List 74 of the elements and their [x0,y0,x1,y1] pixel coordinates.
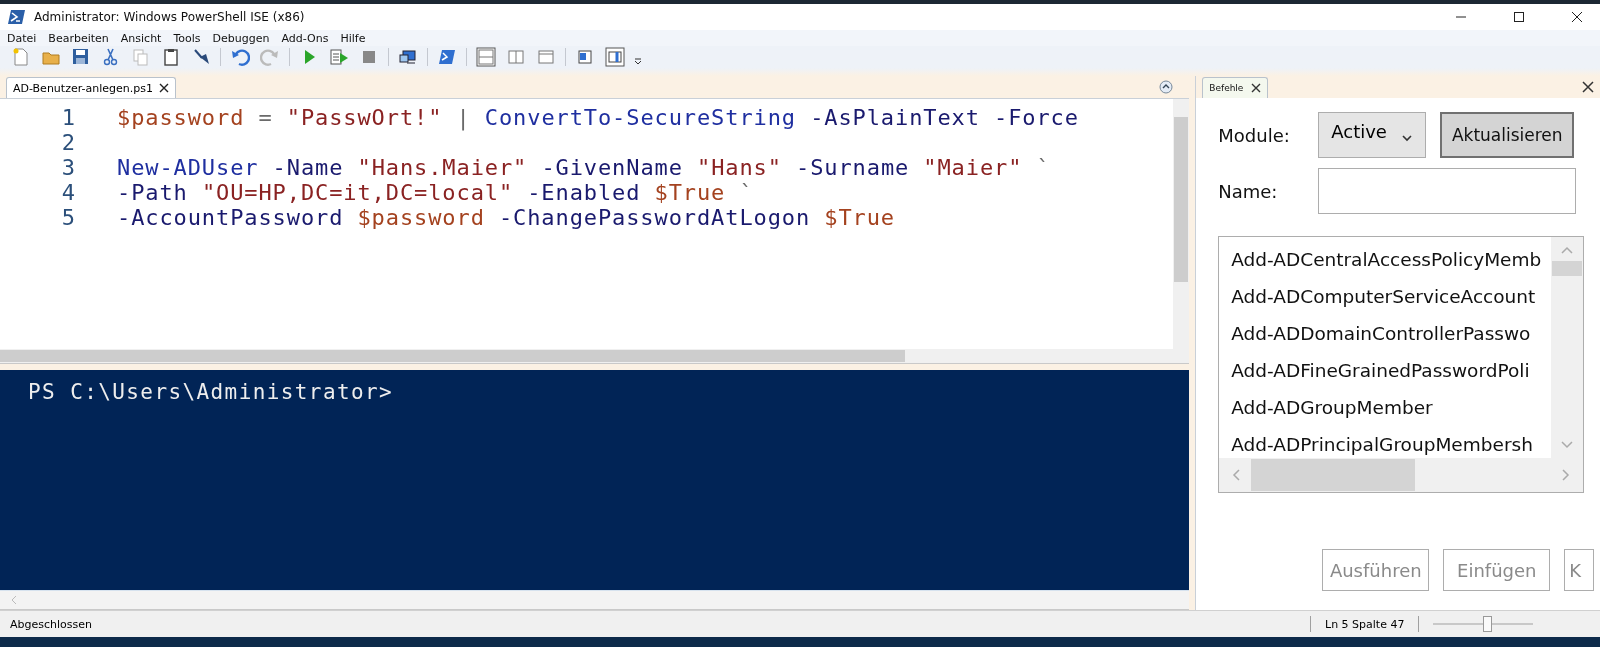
menu-item[interactable]: Bearbeiten [48,31,109,45]
line-number: 2 [60,130,75,155]
clipboard-icon[interactable] [161,47,181,67]
menu-item[interactable]: Ansicht [120,31,162,45]
horizontal-scrollbar[interactable] [0,590,1190,610]
close-icon[interactable] [158,83,169,93]
menu-item[interactable]: Tools [173,31,201,45]
menu-item[interactable]: Hilfe [340,31,366,45]
scroll-thumb[interactable] [1552,261,1583,276]
horizontal-scrollbar[interactable] [1219,458,1584,492]
field-label: Name: [1218,180,1279,202]
script-editor[interactable] [0,98,1190,349]
save-icon[interactable] [71,47,91,67]
code-line: -AccountPassword $password -ChangePasswordAtLogon $True [117,205,895,230]
field-label: Module: [1218,124,1291,146]
list-item[interactable]: Add-ADComputerServiceAccount [1231,278,1552,315]
close-icon[interactable] [1251,83,1262,93]
panel-icon[interactable] [575,47,595,67]
module-dropdown[interactable]: Active [1318,112,1427,158]
scroll-down-icon[interactable] [1560,440,1575,450]
new-file-icon[interactable] [11,47,31,67]
slider-thumb[interactable] [1483,616,1493,632]
cursor-position: Ln 5 Spalte 47 [1325,617,1405,631]
code-line: New-ADUser -Name "Hans.Maier" -GivenName "Hans" -Surname "Maier" ` [117,155,1051,180]
chevron-down-icon[interactable] [1401,133,1414,142]
horizontal-scrollbar[interactable] [0,349,1190,364]
scroll-thumb[interactable] [1251,459,1416,491]
window-title: Administrator: Windows PowerShell ISE (x86) [34,10,306,24]
close-icon[interactable] [1582,81,1594,93]
scroll-up-icon[interactable] [1560,245,1575,255]
list-item[interactable]: Add-ADPrincipalGroupMembersh [1231,426,1552,458]
console-prompt: PS C:\Users\Administrator> [28,380,395,404]
list-item[interactable]: Add-ADDomainControllerPasswo [1231,315,1552,352]
scroll-right-icon[interactable] [1561,468,1572,482]
scroll-left-icon[interactable] [1231,468,1242,482]
pane-tab[interactable]: Befehle [1202,77,1269,98]
terminal-icon[interactable] [437,47,457,67]
command-list[interactable]: Add-ADCentralAccessPolicyMemb Add-ADComputerServiceAccount Add-ADDomainControllerPasswo Add-ADFineGrainedPasswordPoli Add-ADGroupMember Add-ADPrincipalGroupMembersh [1218,236,1585,493]
close-icon[interactable] [1571,11,1583,23]
scroll-thumb[interactable] [1174,117,1189,282]
vertical-scrollbar[interactable] [1173,99,1190,349]
code-line: -Path "OU=HP,DC=it,DC=local" -Enabled $True ` [117,180,754,205]
copy-icon[interactable] [131,47,151,67]
scroll-thumb[interactable] [0,350,905,362]
layout-icon[interactable] [506,47,526,67]
panel-icon[interactable] [605,47,625,67]
list-item[interactable]: Add-ADGroupMember [1231,389,1552,426]
line-number: 5 [60,205,75,230]
menu-item[interactable]: Datei [7,31,37,45]
refresh-button[interactable]: Aktualisieren [1440,112,1575,158]
line-number: 1 [60,105,75,130]
menu-item[interactable]: Debuggen [212,31,270,45]
window-icon[interactable] [536,47,556,67]
run-selection-icon[interactable] [329,47,349,67]
line-number: 4 [60,180,75,205]
line-number: 3 [60,155,75,180]
status-text: Abgeschlossen [10,617,93,631]
vertical-scrollbar[interactable] [1551,237,1584,458]
name-field[interactable] [1318,168,1577,214]
undo-icon[interactable] [230,47,250,67]
list-item[interactable]: Add-ADFineGrainedPasswordPoli [1231,352,1552,389]
editor-tab[interactable]: AD-Benutzer-anlegen.ps1 [6,77,176,98]
terminal-icon[interactable] [8,8,26,26]
menu-item[interactable]: Add-Ons [281,31,329,45]
collapse-icon[interactable] [1159,80,1174,94]
code-line: $password = "PasswOrt!" | ConvertTo-SecureString -AsPlainText -Force [117,105,1079,130]
monitor-icon[interactable] [398,47,418,67]
redo-icon[interactable] [260,47,280,67]
console-pane[interactable]: PS C:\Users\Administrator> [0,370,1190,590]
maximize-icon[interactable] [1513,11,1525,23]
scroll-left-icon[interactable] [10,595,18,605]
list-item[interactable]: Add-ADCentralAccessPolicyMemb [1231,241,1552,278]
overflow-icon[interactable] [634,57,642,65]
layout-icon[interactable] [476,47,496,67]
